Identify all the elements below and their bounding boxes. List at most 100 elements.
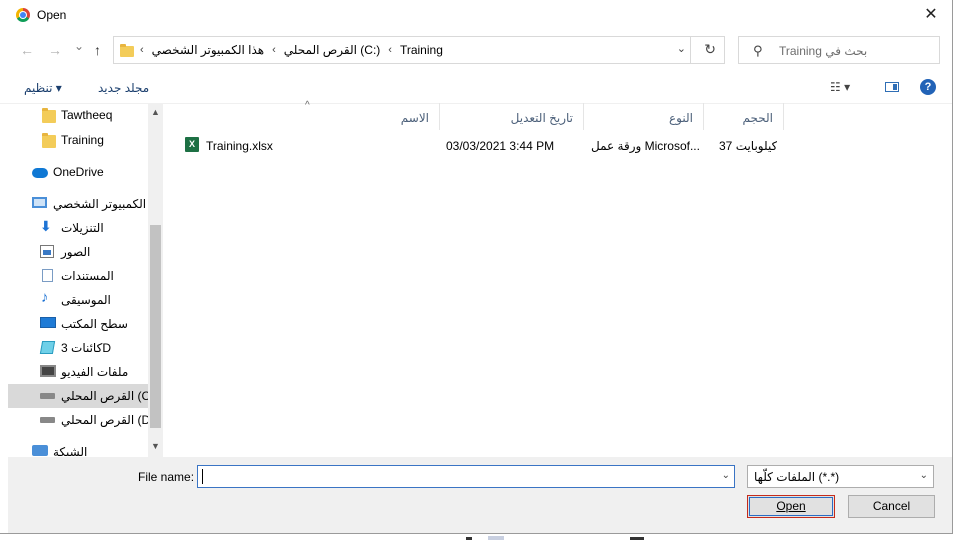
column-header-name[interactable]: الاسم [163,103,440,130]
column-header-label: الاسم [400,111,429,125]
search-box[interactable]: ⚲ Training بحث في [738,36,940,64]
up-folder-button[interactable]: ↑ [94,42,101,58]
sidebar-item-videos[interactable]: ملفات الفيديو [8,360,148,384]
sidebar-item-label: الشبكة [53,445,88,457]
back-button[interactable]: ← [20,42,34,58]
chevron-down-icon[interactable]: ⌄ [677,42,686,55]
chevron-down-icon[interactable]: ⌄ [722,470,730,481]
breadcrumb-separator[interactable]: ‹ [272,44,276,56]
breadcrumb-separator[interactable]: ‹ [388,44,392,56]
documents-icon [42,269,53,282]
breadcrumb-this-pc[interactable]: هذا الكمبيوتر الشخصي [152,43,264,57]
file-name-label: File name: [138,470,195,484]
pictures-icon [40,245,54,258]
sidebar-item-desktop[interactable]: سطح المكتب [8,312,148,336]
sidebar-item-label: القرص المحلي (C: [61,389,154,403]
forward-button[interactable]: → [48,42,62,58]
divider [690,37,691,63]
file-type-select[interactable]: الملفات كلّها (*.*) ⌄ [747,465,934,488]
file-size: 37 كيلوبايت [719,139,778,153]
download-icon: ⬇ [40,218,52,234]
navigation-pane: Tawtheeq Training OneDrive ا الكمبيوتر ا… [8,103,163,457]
excel-file-icon: X [185,137,199,152]
chevron-down-icon: ⌄ [919,470,928,481]
search-placeholder: Training بحث في [779,44,868,58]
music-icon: ♪ [41,289,49,306]
sidebar-item-label: كائنات 3D [61,341,111,355]
sidebar-item-label: المستندات [61,269,114,283]
sidebar-item-pictures[interactable]: الصور [8,240,148,264]
sidebar-item-label: Training [61,133,104,147]
folder-icon [42,133,56,148]
sidebar-item-training[interactable]: Training [8,128,148,152]
open-button-label: Open [776,499,806,513]
folder-icon [42,108,56,123]
column-header-label: النوع [669,111,693,125]
open-button[interactable]: Open [747,495,835,518]
background-element [488,536,504,540]
column-header-label: الحجم [742,111,773,125]
sidebar-item-music[interactable]: ♪ الموسيقى [8,288,148,312]
file-list: ^ الاسم تاريخ التعديل النوع الحجم X Trai… [163,100,952,457]
breadcrumb-local-disk-c[interactable]: القرص المحلي (C:) [284,43,381,57]
chrome-icon [16,8,30,22]
column-header-type[interactable]: النوع [584,103,704,130]
sidebar-item-label: ملفات الفيديو [61,365,129,379]
scrollbar-thumb[interactable] [150,225,161,428]
sidebar-item-this-pc[interactable]: ا الكمبيوتر الشخصي [8,192,153,216]
sidebar-item-network[interactable]: الشبكة [8,440,148,457]
column-header-label: تاريخ التعديل [510,111,573,125]
recent-locations-icon[interactable]: ⌄ [74,39,84,53]
videos-icon [40,365,56,377]
computer-icon [32,197,47,208]
sidebar-item-label: ا الكمبيوتر الشخصي [53,197,153,211]
sidebar-item-label: سطح المكتب [61,317,128,331]
sidebar-item-label: التنزيلات [61,221,104,235]
new-folder-button[interactable]: مجلد جديد [98,81,149,95]
dialog-title: Open [37,8,67,22]
folder-icon [120,44,134,57]
file-name: Training.xlsx [206,139,273,153]
navigation-bar: ← → ⌄ ↑ ‹ هذا الكمبيوتر الشخصي ‹ القرص ا… [0,31,952,71]
drive-icon [40,393,55,399]
breadcrumb-separator: ‹ [140,44,144,56]
column-header-size[interactable]: الحجم [704,103,784,130]
sidebar-item-label: القرص المحلي (D: [61,413,154,427]
sidebar-item-documents[interactable]: المستندات [8,264,148,288]
breadcrumb-training[interactable]: Training [400,43,443,57]
sidebar-item-local-disk-d[interactable]: القرص المحلي (D: [8,408,154,432]
sidebar-item-local-disk-c[interactable]: القرص المحلي (C: [8,384,154,408]
preview-pane-icon[interactable] [885,82,899,92]
cancel-button[interactable]: Cancel [848,495,935,518]
address-bar[interactable]: ‹ هذا الكمبيوتر الشخصي ‹ القرص المحلي (C… [113,36,725,64]
sidebar-item-label: الصور [61,245,91,259]
file-date-modified: 03/03/2021 3:44 PM [446,139,555,153]
sidebar-scrollbar[interactable]: ▲ ▼ [148,103,163,457]
3d-objects-icon [39,341,56,354]
close-icon[interactable]: ✕ [918,5,944,25]
change-view-icon[interactable]: ☷ ▾ [830,80,850,94]
file-name-input[interactable]: ⌄ [197,465,735,488]
title-bar: Open ✕ [0,0,952,31]
desktop-icon [40,317,56,328]
breadcrumb: ‹ هذا الكمبيوتر الشخصي ‹ القرص المحلي (C… [140,43,443,57]
cloud-icon [32,168,48,178]
dialog-footer: File name: ⌄ الملفات كلّها (*.*) ⌄ Open … [8,457,952,533]
file-row[interactable]: X Training.xlsx 03/03/2021 3:44 PM ورقة … [163,136,783,156]
text-caret [202,469,203,484]
scroll-up-icon[interactable]: ▲ [151,107,160,117]
scroll-down-icon[interactable]: ▼ [151,441,160,451]
column-header-date-modified[interactable]: تاريخ التعديل [440,103,584,130]
help-icon[interactable]: ? [920,79,936,95]
sidebar-item-3d-objects[interactable]: كائنات 3D [8,336,148,360]
sidebar-item-label: Tawtheeq [61,108,113,122]
sidebar-item-tawtheeq[interactable]: Tawtheeq [8,103,148,127]
refresh-icon[interactable]: ↻ [704,41,716,58]
organize-button[interactable]: تنظيم ▾ [24,81,62,95]
sidebar-item-downloads[interactable]: ⬇ التنزيلات [8,216,148,240]
sidebar-item-onedrive[interactable]: OneDrive [8,160,148,184]
file-type: ورقة عمل Microsof... [591,139,699,153]
drive-icon [40,417,55,423]
open-file-dialog: Open ✕ ← → ⌄ ↑ ‹ هذا الكمبيوتر الشخصي ‹ … [0,0,953,534]
sidebar-item-label: OneDrive [53,165,104,179]
